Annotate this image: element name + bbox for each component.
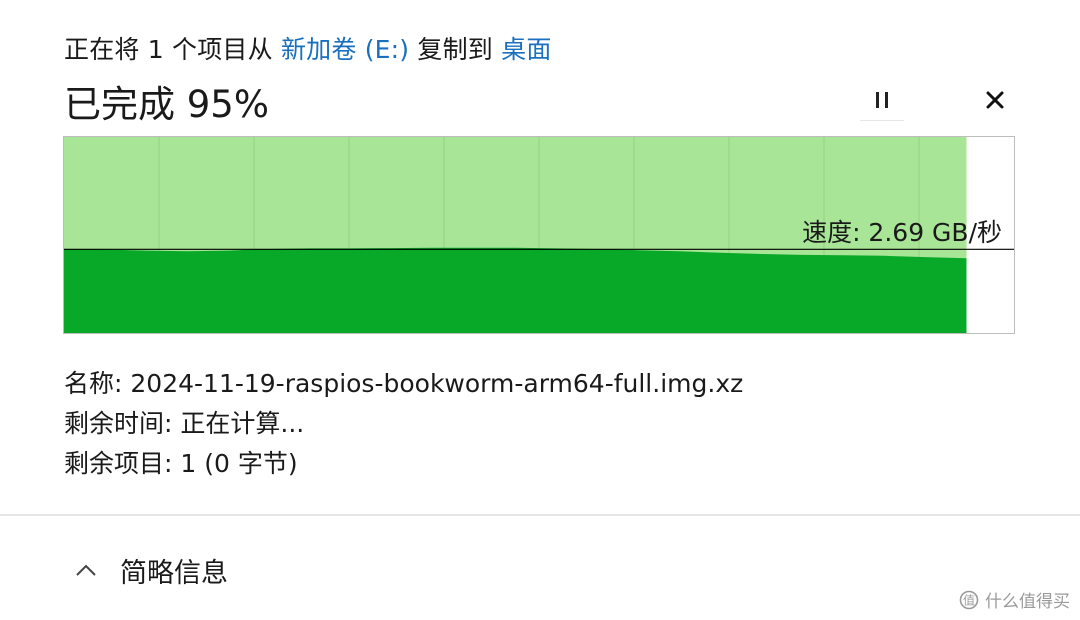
details-panel: 名称: 2024-11-19-raspios-bookworm-arm64-fu… xyxy=(64,364,743,484)
close-button[interactable] xyxy=(975,80,1015,120)
copy-prefix-text: 正在将 1 个项目从 xyxy=(64,35,281,64)
name-value: 2024-11-19-raspios-bookworm-arm64-full.i… xyxy=(130,369,744,398)
footer-divider xyxy=(0,514,1080,516)
items-remaining-label: 剩余项目: xyxy=(64,449,173,478)
watermark: 值 什么值得买 xyxy=(959,587,1070,612)
source-link[interactable]: 新加卷 (E:) xyxy=(281,35,409,64)
close-icon xyxy=(986,91,1004,109)
items-remaining-value: 1 (0 字节) xyxy=(180,449,298,478)
copy-description: 正在将 1 个项目从 新加卷 (E:) 复制到 桌面 xyxy=(64,30,552,66)
destination-link[interactable]: 桌面 xyxy=(501,35,551,64)
pause-icon xyxy=(873,92,891,108)
time-remaining-label: 剩余时间: xyxy=(64,409,173,438)
time-remaining-row: 剩余时间: 正在计算... xyxy=(64,404,743,444)
fewer-details-toggle[interactable]: 简略信息 xyxy=(74,548,228,592)
chevron-up-icon xyxy=(74,558,98,582)
time-remaining-value: 正在计算... xyxy=(180,409,305,438)
speed-graph: 速度: 2.69 GB/秒 xyxy=(63,136,1015,334)
watermark-text: 什么值得买 xyxy=(985,592,1070,612)
pause-button[interactable] xyxy=(860,80,904,121)
speed-history-area xyxy=(64,247,967,333)
name-row: 名称: 2024-11-19-raspios-bookworm-arm64-fu… xyxy=(64,364,743,404)
copy-middle-text: 复制到 xyxy=(409,35,502,64)
copy-progress-dialog: 正在将 1 个项目从 新加卷 (E:) 复制到 桌面 已完成 95% 速度: 2… xyxy=(0,0,1080,620)
speed-label: 速度: 2.69 GB/秒 xyxy=(802,218,1002,247)
items-remaining-row: 剩余项目: 1 (0 字节) xyxy=(64,444,743,484)
name-label: 名称: xyxy=(64,369,123,398)
fewer-details-label: 简略信息 xyxy=(120,557,228,589)
progress-title: 已完成 95% xyxy=(64,83,269,126)
watermark-logo-icon: 值 xyxy=(959,590,979,609)
svg-text:值: 值 xyxy=(963,592,975,607)
